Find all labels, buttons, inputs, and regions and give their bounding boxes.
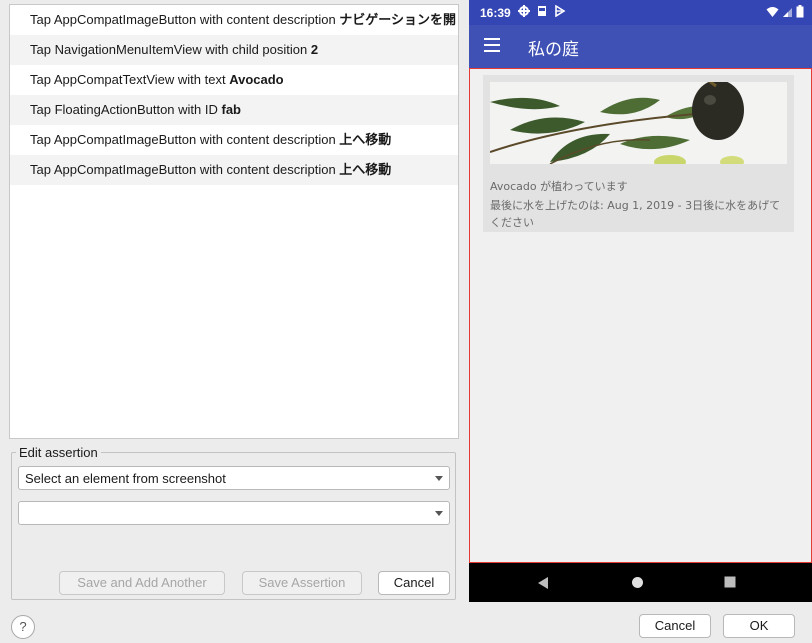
- action-row[interactable]: Tap AppCompatImageButton with content de…: [10, 5, 458, 35]
- play-store-icon: [555, 5, 566, 17]
- action-row[interactable]: Tap FloatingActionButton with ID fab: [10, 95, 458, 125]
- settings-icon: [518, 5, 530, 17]
- signal-icon: [783, 7, 792, 17]
- action-value: fab: [221, 102, 242, 117]
- action-row[interactable]: Tap AppCompatImageButton with content de…: [10, 155, 458, 185]
- edit-cancel-button[interactable]: Cancel: [378, 571, 450, 595]
- device-screenshot[interactable]: 16:39 私の庭 Avocado が植わっています 最後に水を上げたのは: A…: [469, 0, 812, 602]
- action-value: 上へ移動: [339, 132, 392, 147]
- wifi-icon: [766, 6, 779, 17]
- edit-assertion-group: Edit assertion Select an element from sc…: [11, 445, 456, 600]
- back-icon[interactable]: [537, 576, 549, 590]
- action-text: Tap AppCompatImageButton with content de…: [30, 12, 340, 27]
- save-and-add-another-button[interactable]: Save and Add Another: [59, 571, 225, 595]
- action-value: 上へ移動: [339, 162, 392, 177]
- battery-icon: [796, 5, 804, 18]
- plant-image[interactable]: [490, 82, 787, 164]
- action-row[interactable]: Tap AppCompatImageButton with content de…: [10, 125, 458, 155]
- action-row[interactable]: Tap AppCompatTextView with text Avocado: [10, 65, 458, 95]
- menu-icon[interactable]: [484, 38, 500, 52]
- action-value: 2: [310, 42, 319, 57]
- app-title: 私の庭: [528, 40, 579, 60]
- assertion-select[interactable]: [18, 501, 450, 525]
- action-text: Tap AppCompatImageButton with content de…: [30, 162, 340, 177]
- status-time: 16:39: [480, 6, 511, 20]
- recents-icon[interactable]: [724, 576, 736, 588]
- sd-card-icon: [538, 6, 546, 16]
- plant-name: Avocado が植わっています: [490, 180, 628, 193]
- action-row[interactable]: Tap NavigationMenuItemView with child po…: [10, 35, 458, 65]
- help-button[interactable]: ?: [11, 615, 35, 639]
- chevron-down-icon: [435, 511, 443, 516]
- action-text: Tap FloatingActionButton with ID: [30, 102, 222, 117]
- action-text: Tap AppCompatTextView with text: [30, 72, 230, 87]
- element-select-value: Select an element from screenshot: [25, 471, 226, 486]
- save-assertion-button[interactable]: Save Assertion: [242, 571, 362, 595]
- action-value: Avocado: [229, 72, 284, 87]
- plant-card[interactable]: Avocado が植わっています 最後に水を上げたのは: Aug 1, 2019…: [483, 75, 794, 232]
- dialog-cancel-button[interactable]: Cancel: [639, 614, 711, 638]
- home-icon[interactable]: [631, 576, 644, 589]
- app-bar: 私の庭: [469, 25, 812, 68]
- avocado-leaves-image: [490, 82, 787, 164]
- element-select[interactable]: Select an element from screenshot: [18, 466, 450, 490]
- recorded-actions-list[interactable]: Tap AppCompatImageButton with content de…: [9, 4, 459, 439]
- ok-button[interactable]: OK: [723, 614, 795, 638]
- status-bar: 16:39: [469, 0, 812, 25]
- action-value: ナビゲーションを開く: [339, 12, 458, 27]
- action-text: Tap NavigationMenuItemView with child po…: [30, 42, 311, 57]
- plant-watered-text: 最後に水を上げたのは: Aug 1, 2019 - 3日後に水をあげてください: [490, 199, 781, 229]
- selected-content-area[interactable]: Avocado が植わっています 最後に水を上げたのは: Aug 1, 2019…: [469, 68, 812, 563]
- chevron-down-icon: [435, 476, 443, 481]
- navigation-bar: [469, 563, 812, 602]
- edit-assertion-legend: Edit assertion: [16, 445, 101, 460]
- action-text: Tap AppCompatImageButton with content de…: [30, 132, 340, 147]
